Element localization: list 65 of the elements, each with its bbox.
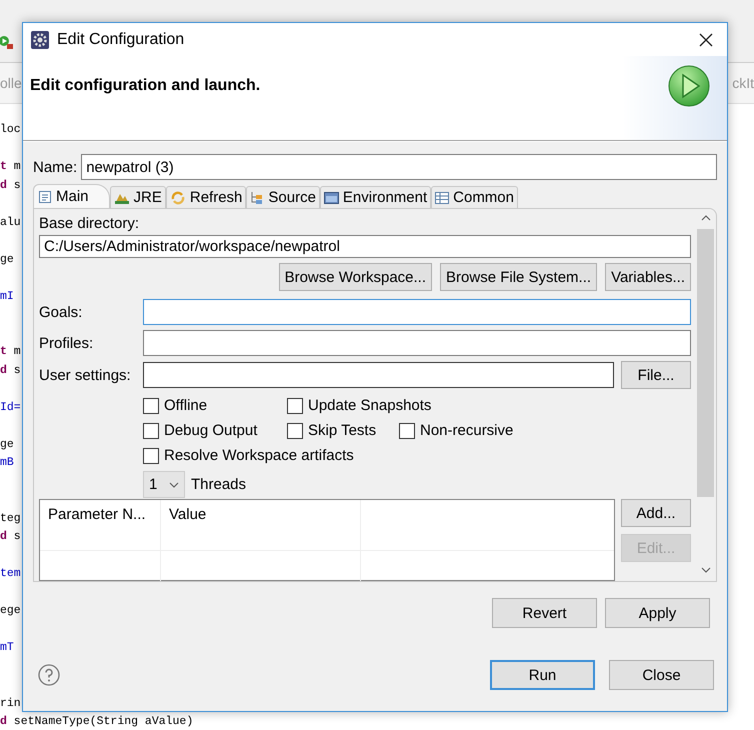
tab[interactable]: Refresh	[166, 186, 246, 208]
code-line: teg	[0, 510, 21, 526]
refresh-icon	[170, 190, 186, 204]
code-line: ge	[0, 436, 14, 452]
tab[interactable]: Common	[431, 186, 518, 208]
goals-label: Goals:	[39, 304, 84, 320]
tab[interactable]: Source	[246, 186, 320, 208]
window-icon	[324, 190, 339, 204]
action-button[interactable]: Apply	[605, 598, 710, 628]
code-line: d s	[0, 529, 21, 545]
tab[interactable]: Environment	[320, 186, 432, 208]
browse-button[interactable]: Variables...	[605, 263, 691, 291]
name-label: Name:	[33, 158, 78, 176]
code-line: mB	[0, 455, 14, 471]
code-line: mT	[0, 640, 14, 656]
browse-button[interactable]: Browse File System...	[440, 263, 598, 291]
checkbox-option[interactable]: Debug Output	[143, 422, 287, 439]
checkbox-option[interactable]: Non-recursive	[399, 422, 514, 439]
threads-dropdown[interactable]: 1	[143, 471, 185, 498]
user-settings-label: User settings:	[39, 366, 132, 384]
document-icon	[38, 190, 52, 204]
base-directory-field[interactable]: C:/Users/Administrator/workspace/newpatrol	[39, 235, 691, 258]
browse-button[interactable]: Browse Workspace...	[278, 263, 432, 291]
gear-icon	[31, 30, 49, 48]
checkbox-option[interactable]: Resolve Workspace artifacts	[143, 447, 354, 464]
code-line: t m	[0, 344, 21, 360]
name-field[interactable]: newpatrol (3)	[81, 154, 717, 180]
checkbox-option[interactable]: Skip Tests	[287, 422, 399, 439]
checkbox-option[interactable]: Update Snapshots	[287, 397, 432, 414]
column-header[interactable]: Parameter N...	[40, 500, 161, 550]
code-line: d setNameType(String aValue)	[0, 714, 194, 730]
close-icon[interactable]	[699, 32, 713, 46]
help-icon[interactable]	[38, 664, 60, 686]
table-icon	[435, 190, 450, 204]
code-line: rin	[0, 696, 21, 712]
run-icon[interactable]	[0, 34, 14, 50]
code-line: d s	[0, 362, 21, 378]
tree-icon	[250, 190, 264, 204]
table-action-button[interactable]: Add...	[621, 499, 691, 527]
play-icon	[667, 64, 711, 108]
code-line: ege	[0, 603, 21, 619]
file-button[interactable]: File...	[621, 361, 691, 389]
action-button[interactable]: Revert	[492, 598, 597, 628]
code-line: d s	[0, 178, 21, 194]
tab[interactable]: Main	[33, 184, 110, 208]
code-line: mI	[0, 288, 14, 304]
code-line: alu	[0, 214, 21, 230]
column-header[interactable]: Value	[161, 500, 361, 550]
tab[interactable]: JRE	[110, 186, 166, 208]
chevron-up-icon[interactable]	[700, 215, 710, 221]
chevron-down-icon	[169, 482, 179, 488]
threads-label: Threads	[191, 476, 246, 493]
code-line: t m	[0, 159, 21, 175]
code-line: Id=	[0, 400, 21, 416]
chevron-down-icon[interactable]	[700, 567, 710, 573]
dialog-button[interactable]: Run	[490, 660, 595, 690]
profiles-label: Profiles:	[39, 334, 94, 352]
checkbox-option[interactable]: Offline	[143, 397, 287, 414]
code-line: tem	[0, 566, 21, 582]
base-directory-label: Base directory:	[39, 215, 140, 232]
code-line: ge	[0, 252, 14, 268]
code-line: loc	[0, 122, 21, 138]
dialog-button[interactable]: Close	[609, 660, 714, 690]
window-title: Edit Configuration	[57, 30, 186, 48]
dialog-heading: Edit configuration and launch.	[30, 77, 260, 95]
